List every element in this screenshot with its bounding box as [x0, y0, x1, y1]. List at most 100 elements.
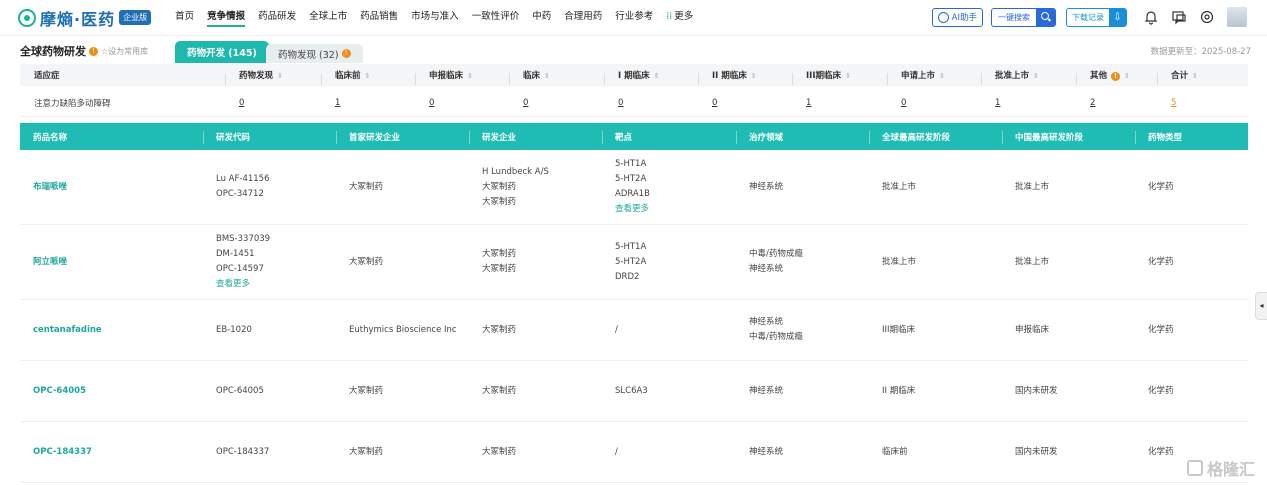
sort-icon[interactable]: ⇕: [467, 72, 473, 80]
drug-type: 化学药: [1148, 324, 1174, 335]
nav-item[interactable]: 全球上市: [309, 8, 347, 27]
china-highest-phase: 批准上市: [1015, 256, 1050, 267]
nav-item[interactable]: 药品研发: [258, 8, 296, 27]
drug-name-link[interactable]: 布瑞哌唑: [33, 180, 203, 195]
collapse-side-panel-icon[interactable]: ◂: [1255, 292, 1267, 320]
info-icon[interactable]: !: [89, 46, 98, 56]
sort-icon[interactable]: ⇕: [1124, 72, 1130, 80]
summary-header-cell[interactable]: 临床 ⇕: [509, 69, 604, 85]
summary-cell: 5: [1157, 98, 1243, 108]
developers: 大冢制药: [482, 385, 517, 396]
bell-icon[interactable]: [1143, 9, 1159, 25]
nav-item[interactable]: 中药: [532, 8, 551, 27]
ai-assistant-button[interactable]: AI助手: [931, 7, 983, 27]
drug-name-link[interactable]: centanafadine: [33, 323, 203, 338]
developers: 大冢制药: [482, 249, 517, 259]
nav-item[interactable]: 行业参考: [615, 8, 653, 27]
indication-summary-table: 适应症 药物发现 ⇕ 临床前 ⇕ 申报临床 ⇕ 临床 ⇕ I 期临床 ⇕ II 期临床 ⇕ III期临床 ⇕…: [20, 64, 1248, 117]
drug-name-link-cell: centanafadine: [20, 323, 203, 338]
indication-name: 注意力缺陷多动障碍: [34, 98, 111, 109]
nav-item[interactable]: 首页: [175, 8, 194, 27]
nav-item-label: 首页: [175, 11, 195, 22]
watermark-logo-icon: [1186, 460, 1203, 476]
summary-header-cell[interactable]: 临床前 ⇕: [321, 69, 415, 85]
nav-item[interactable]: 合理用药: [564, 8, 602, 27]
count-link[interactable]: 0: [523, 98, 528, 108]
first-developer: 大冢制药: [349, 256, 384, 267]
nav-item[interactable]: 一致性评价: [472, 8, 520, 27]
summary-header-cell[interactable]: 合计 ⇕: [1157, 69, 1243, 85]
drug-table-header-cell: 中国最高研发阶段: [1002, 130, 1135, 144]
count-link[interactable]: 1: [995, 98, 1000, 108]
logo-icon: [18, 8, 36, 27]
drug-name-link[interactable]: OPC-64005: [33, 384, 203, 399]
summary-header-label: 药物发现: [239, 71, 274, 81]
nav-item[interactable]: 竞争情报: [207, 8, 246, 27]
count-link[interactable]: 2: [1090, 98, 1095, 108]
tab-drug-discovery[interactable]: 药物发现 (32) !: [266, 44, 363, 63]
brand-logo[interactable]: 摩熵·医药 企业版: [18, 6, 152, 30]
sort-icon[interactable]: ⇕: [939, 72, 945, 80]
drug-table: 药品名称 研发代码 首家研发企业 研发企业 靶点 治疗领域 全球最高研发阶段 中国最高研发阶段…: [20, 123, 1248, 483]
rd-codes: OPC-14597: [216, 264, 264, 274]
sort-icon[interactable]: ⇕: [544, 72, 550, 80]
nav-item[interactable]: 市场与准入: [411, 8, 459, 27]
summary-header-cell[interactable]: 药物发现 ⇕: [225, 69, 321, 85]
download-records-button[interactable]: 下载记录 ⇩: [1066, 7, 1127, 27]
developers: H Lundbeck A/S: [482, 166, 549, 177]
summary-header-cell[interactable]: 其他! ⇕: [1076, 69, 1157, 85]
summary-header-cell[interactable]: III期临床 ⇕: [792, 69, 887, 85]
developers: 大冢制药: [482, 196, 517, 207]
developers: 大冢制药: [482, 324, 517, 335]
drug-table-header-cell: 靶点: [602, 130, 736, 144]
sort-icon[interactable]: ⇕: [845, 72, 851, 80]
global-highest-phase-cell: II 期临床: [869, 384, 1002, 399]
nav-item-label: 药品研发: [258, 11, 297, 22]
drug-name-link[interactable]: 阿立哌唑: [33, 255, 203, 270]
info-icon[interactable]: !: [1111, 72, 1121, 81]
tab-drug-development[interactable]: 药物开发 (145): [175, 41, 269, 63]
count-link[interactable]: 0: [618, 98, 623, 108]
global-highest-phase-cell: III期临床: [869, 323, 1002, 338]
developers-cell: H Lundbeck A/S 大冢制药 大冢制药: [469, 165, 602, 210]
count-link[interactable]: 1: [335, 98, 340, 108]
nav-item[interactable]: 药品销售: [360, 8, 398, 27]
nav-item[interactable]: ⁞⁞ 更多: [666, 8, 693, 27]
nav-item-label: 更多: [674, 11, 694, 22]
shield-settings-icon[interactable]: [1199, 9, 1215, 25]
nav-item-label: 全球上市: [309, 11, 348, 22]
therapeutic-area: 中毒/药物成瘾: [749, 332, 803, 342]
sort-icon[interactable]: ⇕: [1033, 72, 1039, 80]
one-click-search-button[interactable]: 一键搜索: [991, 7, 1056, 27]
summary-header-cell[interactable]: II 期临床 ⇕: [698, 69, 792, 85]
summary-cell: 1: [321, 98, 415, 108]
count-link[interactable]: 0: [429, 98, 434, 108]
sort-icon[interactable]: ⇕: [654, 72, 660, 80]
summary-header-cell[interactable]: 申报临床 ⇕: [415, 69, 509, 85]
set-common-library-button[interactable]: ☆ 设为常用库: [101, 46, 148, 57]
summary-header-cell[interactable]: I 期临床 ⇕: [604, 69, 698, 85]
summary-header-label: 其他: [1090, 71, 1108, 81]
drug-name-link[interactable]: OPC-184337: [33, 445, 203, 460]
count-link[interactable]: 5: [1171, 98, 1176, 108]
sort-icon[interactable]: ⇕: [277, 72, 283, 80]
view-more-link[interactable]: 查看更多: [216, 277, 336, 292]
view-more-link[interactable]: 查看更多: [615, 202, 736, 217]
global-highest-phase-cell: 批准上市: [869, 255, 1002, 270]
table-row: OPC-64005 OPC-64005 大冢制药 大冢制药 SLC6A3 神经系统 II 期…: [20, 361, 1248, 422]
user-avatar[interactable]: [1227, 7, 1247, 27]
global-highest-phase-cell: 批准上市: [869, 180, 1002, 195]
table-row: centanafadine EB-1020 Euthymics Bioscience…: [20, 300, 1248, 361]
summary-header-cell[interactable]: 批准上市 ⇕: [981, 69, 1076, 85]
drug-type-cell: 化学药: [1135, 384, 1248, 399]
sort-icon[interactable]: ⇕: [751, 72, 757, 80]
sort-icon[interactable]: ⇕: [1192, 72, 1198, 80]
count-link[interactable]: 1: [806, 98, 811, 108]
summary-header-cell[interactable]: 申请上市 ⇕: [887, 69, 981, 85]
sort-icon[interactable]: ⇕: [365, 72, 371, 80]
count-link[interactable]: 0: [901, 98, 906, 108]
chat-icon[interactable]: [1171, 9, 1187, 25]
count-link[interactable]: 0: [712, 98, 717, 108]
count-link[interactable]: 0: [239, 98, 244, 108]
sub-header: 全球药物研发 ! ☆ 设为常用库 药物开发 (145) 药物发现 (32) ! …: [0, 38, 1267, 64]
